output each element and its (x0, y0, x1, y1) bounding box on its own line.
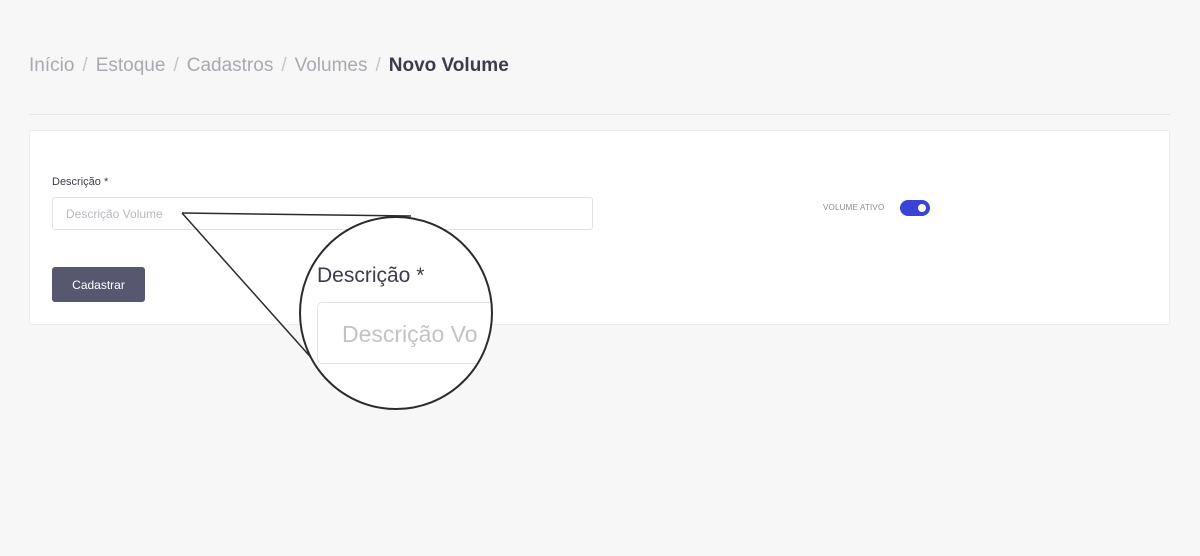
description-label: Descrição * (52, 176, 109, 188)
form-card: Descrição * Cadastrar VOLUME ATIVO (29, 130, 1170, 325)
toggle-knob (918, 204, 926, 212)
volume-ativo-toggle[interactable] (900, 200, 930, 216)
breadcrumb-separator: / (281, 55, 287, 76)
breadcrumb-separator: / (82, 55, 88, 76)
breadcrumb-separator: / (173, 55, 179, 76)
breadcrumb-volumes[interactable]: Volumes (295, 55, 368, 77)
header-divider (29, 114, 1170, 115)
magnified-placeholder: Descrição Vo (342, 321, 478, 347)
magnified-description-label: Descrição * (317, 264, 425, 287)
cadastrar-button[interactable]: Cadastrar (52, 267, 145, 302)
description-input[interactable] (52, 197, 593, 230)
volume-ativo-label: VOLUME ATIVO (823, 203, 885, 212)
breadcrumb-current: Novo Volume (388, 55, 509, 76)
magnified-description-input: Descrição Vo (317, 302, 491, 364)
breadcrumb-estoque[interactable]: Estoque (96, 55, 166, 77)
breadcrumb-cadastros[interactable]: Cadastros (187, 55, 274, 77)
zoom-magnifier: Descrição * Descrição Vo (299, 216, 493, 410)
breadcrumb-inicio[interactable]: Início (29, 55, 74, 77)
breadcrumb: Início / Estoque / Cadastros / Volumes /… (29, 55, 509, 77)
breadcrumb-separator: / (375, 55, 381, 76)
